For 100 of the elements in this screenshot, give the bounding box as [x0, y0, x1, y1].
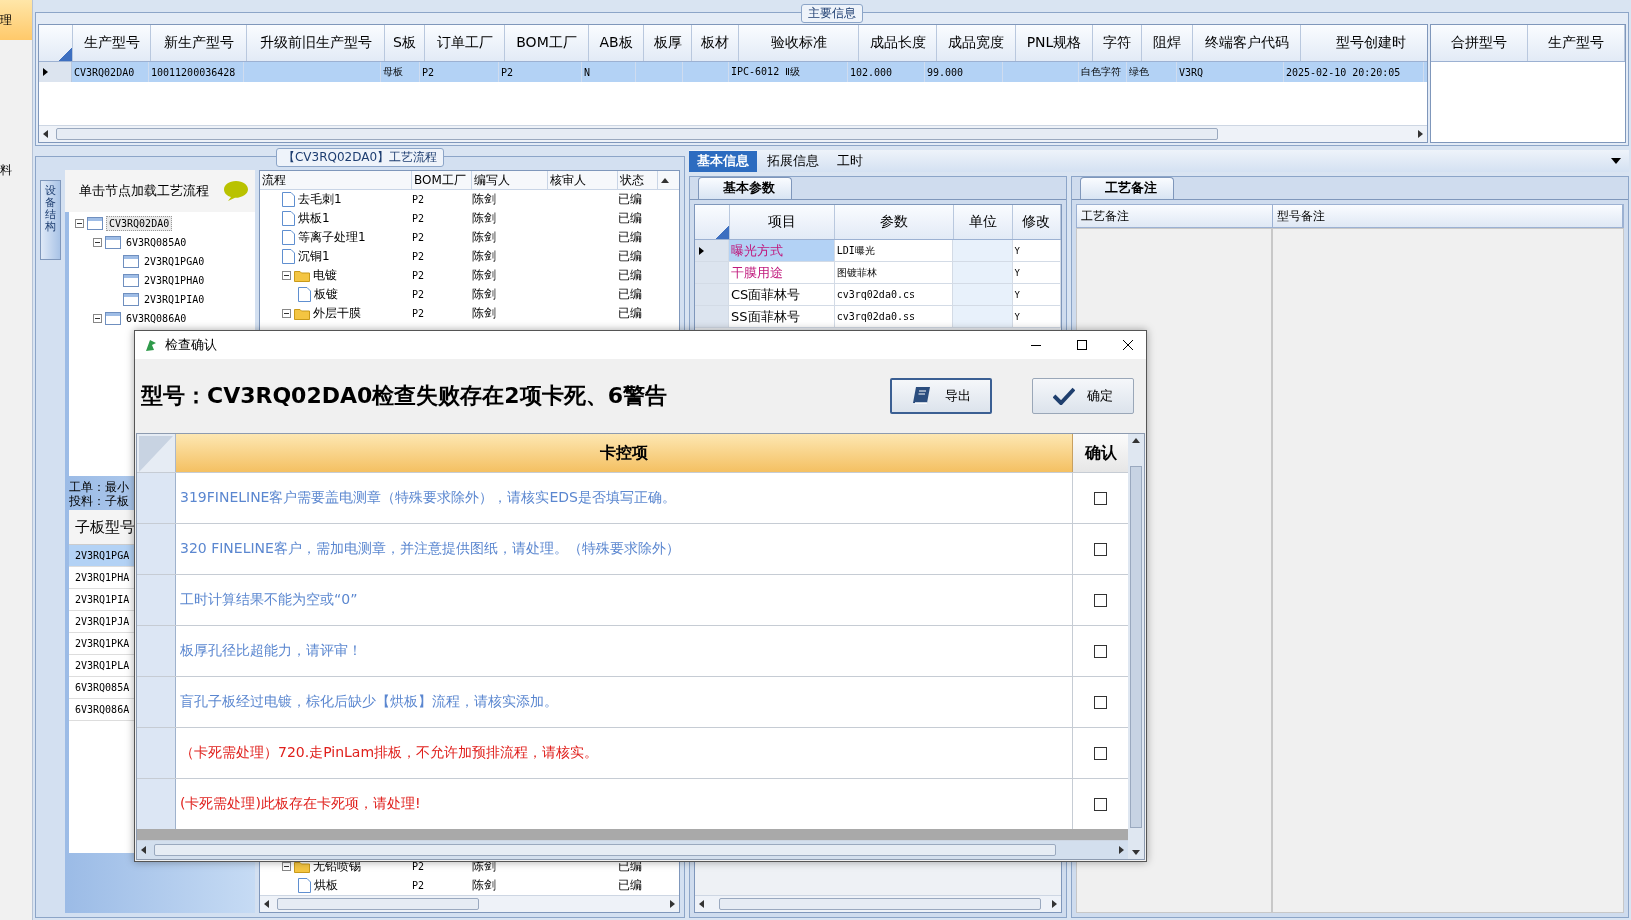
maximize-icon[interactable]	[1076, 339, 1088, 351]
horizontal-scrollbar[interactable]	[39, 125, 1427, 142]
table-cell: 陈剑	[472, 230, 496, 244]
tree-item[interactable]: 6V3RQ086A0	[124, 312, 189, 325]
collapse-icon[interactable]	[93, 314, 102, 323]
scroll-left-icon[interactable]	[141, 846, 146, 854]
export-button[interactable]: 导出	[890, 378, 992, 414]
side-menu-item[interactable]: 料	[0, 150, 32, 190]
column-header[interactable]: 成品宽度	[937, 25, 1016, 61]
column-header[interactable]: 新生产型号	[151, 25, 247, 61]
item-label: 干膜用途	[731, 263, 783, 282]
column-header[interactable]: 订单工厂	[425, 25, 505, 61]
column-header[interactable]: 升级前旧生产型号	[247, 25, 385, 61]
column-header[interactable]: 项目	[730, 205, 836, 239]
column-header[interactable]: 状态	[618, 171, 658, 189]
column-header[interactable]: BOM工厂	[412, 171, 472, 189]
column-header[interactable]: BOM工厂	[505, 25, 589, 61]
collapse-icon[interactable]	[282, 309, 291, 318]
scroll-down-icon[interactable]	[1132, 850, 1140, 855]
checkbox[interactable]	[1094, 644, 1107, 658]
tab[interactable]: 工艺备注	[1080, 177, 1174, 199]
column-header[interactable]: 终端客户代码	[1193, 25, 1301, 61]
tree-item[interactable]: 电镀	[313, 267, 337, 284]
column-header[interactable]: 确认	[1073, 434, 1128, 472]
tree-item[interactable]: 烘板	[314, 877, 338, 894]
column-header[interactable]: AB板	[589, 25, 644, 61]
column-header[interactable]: 流程	[260, 171, 412, 189]
vertical-tab[interactable]: 设备结构	[40, 180, 61, 260]
speech-bubble-icon	[223, 180, 249, 202]
table-cell: P2	[412, 251, 425, 262]
column-header[interactable]: 生产型号	[1528, 25, 1625, 61]
scroll-right-icon[interactable]	[1418, 130, 1423, 138]
horizontal-scrollbar[interactable]	[260, 895, 679, 912]
column-header[interactable]: 成品长度	[859, 25, 937, 61]
table-cell: 已编	[618, 287, 642, 301]
dropdown-icon[interactable]	[1611, 158, 1621, 164]
column-header[interactable]: 编写人	[472, 171, 548, 189]
column-header[interactable]: 验收标准	[739, 25, 859, 61]
side-menu-item[interactable]: 理	[0, 0, 32, 40]
checkbox[interactable]	[1094, 797, 1107, 811]
scroll-left-icon[interactable]	[43, 130, 48, 138]
table-cell: 已编	[618, 249, 642, 263]
horizontal-scrollbar[interactable]	[695, 895, 1061, 912]
tree-item[interactable]: 去毛刺1	[298, 191, 342, 208]
scroll-up-icon[interactable]	[1132, 438, 1140, 443]
column-header[interactable]: S板	[385, 25, 425, 61]
column-header[interactable]: 板厚	[644, 25, 692, 61]
horizontal-scrollbar[interactable]	[137, 840, 1128, 859]
scroll-left-icon[interactable]	[264, 900, 269, 908]
collapse-icon[interactable]	[75, 219, 84, 228]
tree-item[interactable]: 6V3RQ085A0	[124, 236, 189, 249]
confirm-button[interactable]: 确定	[1032, 378, 1134, 414]
scroll-up-icon[interactable]	[661, 177, 669, 183]
checkbox[interactable]	[1094, 542, 1107, 556]
scroll-left-icon[interactable]	[699, 900, 704, 908]
tree-item[interactable]: CV3RQ02DA0	[106, 216, 173, 231]
scroll-right-icon[interactable]	[670, 900, 675, 908]
tab[interactable]: 基本参数	[698, 177, 792, 199]
tree-item[interactable]: 板镀	[314, 286, 338, 303]
window-icon	[87, 217, 103, 230]
table-cell: 已编	[618, 878, 642, 892]
tab[interactable]: 工时	[829, 150, 871, 172]
tree-item[interactable]: 2V3RQ1PGA0	[142, 255, 207, 268]
column-header[interactable]: 合拼型号	[1431, 25, 1528, 61]
row-header[interactable]	[695, 240, 729, 261]
column-header[interactable]: 单位	[953, 205, 1013, 239]
tree-item[interactable]: 沉铜1	[298, 248, 330, 265]
tree-item[interactable]: 等离子处理1	[298, 229, 366, 246]
vertical-scrollbar[interactable]	[1128, 434, 1144, 859]
close-icon[interactable]	[1122, 339, 1134, 351]
tab[interactable]: 拓展信息	[759, 150, 827, 172]
tab[interactable]: 基本信息	[689, 150, 757, 172]
tree-item[interactable]: 外层干膜	[313, 305, 361, 322]
table-cell: 2025-02-10 20:20:05	[1286, 66, 1401, 78]
table-cell: 陈剑	[472, 306, 496, 320]
column-header[interactable]: 生产型号	[73, 25, 151, 61]
tree-item[interactable]: 烘板1	[298, 210, 330, 227]
tree-item[interactable]: 2V3RQ1PIA0	[142, 293, 207, 306]
scroll-right-icon[interactable]	[1119, 846, 1124, 854]
collapse-icon[interactable]	[93, 238, 102, 247]
checkbox[interactable]	[1094, 593, 1107, 607]
row-pointer-icon	[699, 246, 704, 255]
tree-item[interactable]: 2V3RQ1PHA0	[142, 274, 207, 287]
column-header[interactable]: 卡控项	[176, 434, 1073, 472]
checkbox[interactable]	[1094, 695, 1107, 709]
collapse-icon[interactable]	[282, 862, 291, 871]
column-header[interactable]: PNL规格	[1016, 25, 1093, 61]
column-header[interactable]: 参数	[835, 205, 954, 239]
checkbox[interactable]	[1094, 746, 1107, 760]
column-header[interactable]: 阻焊	[1142, 25, 1193, 61]
scroll-right-icon[interactable]	[1052, 900, 1057, 908]
table-row[interactable]: CV3RQ02DA0 10011200036428 母板 P2 P2 N IPC-6012 Ⅱ级 102.000 99.000 白色字符 绿色 V3RQ 2025-02-10 20:20:05	[39, 62, 1427, 82]
check-item-text: 319FINELINE客户需要盖电测章（特殊要求除外），请核实EDS是否填写正确。	[180, 489, 676, 507]
column-header[interactable]: 修改	[1012, 205, 1061, 239]
collapse-icon[interactable]	[282, 271, 291, 280]
column-header[interactable]: 板材	[692, 25, 739, 61]
column-header[interactable]: 字符	[1093, 25, 1142, 61]
window-icon	[123, 255, 139, 268]
column-header[interactable]: 核审人	[548, 171, 618, 189]
checkbox[interactable]	[1094, 491, 1107, 505]
